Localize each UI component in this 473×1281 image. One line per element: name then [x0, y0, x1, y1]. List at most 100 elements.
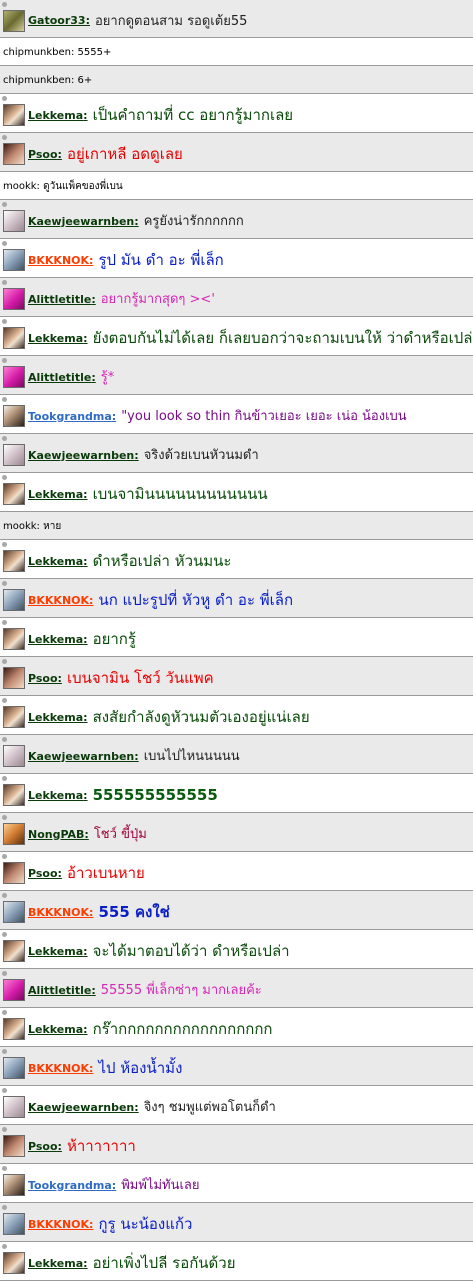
system-message-text: mookk: ดูวันแพ็คของพี่เบน — [3, 181, 123, 192]
avatar[interactable] — [3, 366, 25, 388]
username-text: Psoo — [28, 866, 58, 880]
username-link[interactable]: Tookgrandma: — [28, 410, 116, 423]
username-text: Kaewjeewarnben — [28, 1100, 135, 1114]
chat-message-row: Lekkema: สงสัยกำลังดูหัวนมตัวเองอยู่แน่เล… — [0, 696, 473, 735]
avatar[interactable] — [3, 143, 25, 165]
username-text: Lekkema — [28, 1022, 84, 1036]
username-link[interactable]: Lekkema: — [28, 633, 88, 646]
username-colon: : — [83, 108, 88, 122]
system-message-row: chipmunkben: 5555+ — [0, 38, 473, 66]
avatar[interactable] — [3, 940, 25, 962]
avatar[interactable] — [3, 901, 25, 923]
avatar[interactable] — [3, 979, 25, 1001]
avatar[interactable] — [3, 483, 25, 505]
bullet-dot-icon — [2, 96, 7, 101]
message-text: อยากรู้ — [92, 629, 136, 648]
username-link[interactable]: Tookgrandma: — [28, 1179, 116, 1192]
username-link[interactable]: Lekkema: — [28, 945, 88, 958]
bullet-dot-icon — [2, 1049, 7, 1054]
avatar[interactable] — [3, 405, 25, 427]
message-text: กร๊ากกกกกกกกกกกกกกกกก — [92, 1019, 273, 1038]
system-message-text: mookk: หาย — [3, 521, 62, 532]
username-link[interactable]: Kaewjeewarnben: — [28, 750, 139, 763]
bullet-dot-icon — [2, 932, 7, 937]
avatar[interactable] — [3, 288, 25, 310]
username-text: Lekkema — [28, 487, 84, 501]
username-link[interactable]: Gatoor33: — [28, 14, 90, 27]
avatar[interactable] — [3, 550, 25, 572]
username-link[interactable]: BKKKNOK: — [28, 906, 93, 919]
username-link[interactable]: Alittletitle: — [28, 371, 96, 384]
username-text: Lekkema — [28, 944, 84, 958]
avatar[interactable] — [3, 104, 25, 126]
bullet-dot-icon — [2, 620, 7, 625]
avatar[interactable] — [3, 1057, 25, 1079]
avatar[interactable] — [3, 1096, 25, 1118]
avatar[interactable] — [3, 823, 25, 845]
avatar[interactable] — [3, 1213, 25, 1235]
avatar[interactable] — [3, 327, 25, 349]
username-link[interactable]: Psoo: — [28, 148, 62, 161]
username-text: Lekkema — [28, 788, 84, 802]
username-link[interactable]: Lekkema: — [28, 332, 88, 345]
username-colon: : — [83, 710, 88, 724]
message-text: "you look so thin กินข้าวเยอะ เยอะ เน่อ … — [121, 409, 407, 424]
username-colon: : — [91, 292, 96, 306]
chat-message-row: BKKKNOK: กูรู นะน้องแก้ว — [0, 1203, 473, 1242]
username-link[interactable]: Lekkema: — [28, 555, 88, 568]
avatar[interactable] — [3, 628, 25, 650]
avatar[interactable] — [3, 444, 25, 466]
username-text: Kaewjeewarnben — [28, 749, 135, 763]
username-colon: : — [134, 448, 139, 462]
username-text: Tookgrandma — [28, 1178, 112, 1192]
avatar[interactable] — [3, 1174, 25, 1196]
chat-message-row: Kaewjeewarnben: จิงๆ ชมพูแต่พอโตนก็ดำ — [0, 1086, 473, 1125]
username-link[interactable]: Lekkema: — [28, 711, 88, 724]
username-link[interactable]: Lekkema: — [28, 1023, 88, 1036]
message-text: อยู่เกาหลี อดดูเลย — [66, 144, 183, 163]
username-colon: : — [83, 487, 88, 501]
avatar[interactable] — [3, 784, 25, 806]
username-text: Lekkema — [28, 710, 84, 724]
avatar[interactable] — [3, 745, 25, 767]
username-link[interactable]: BKKKNOK: — [28, 594, 93, 607]
username-text: Lekkema — [28, 1256, 84, 1270]
username-link[interactable]: Alittletitle: — [28, 293, 96, 306]
username-colon: : — [57, 866, 62, 880]
avatar[interactable] — [3, 210, 25, 232]
avatar[interactable] — [3, 667, 25, 689]
username-link[interactable]: Kaewjeewarnben: — [28, 215, 139, 228]
username-link[interactable]: Psoo: — [28, 867, 62, 880]
username-colon: : — [57, 1139, 62, 1153]
avatar[interactable] — [3, 862, 25, 884]
username-colon: : — [134, 214, 139, 228]
avatar[interactable] — [3, 1135, 25, 1157]
bullet-dot-icon — [2, 319, 7, 324]
username-link[interactable]: BKKKNOK: — [28, 1218, 93, 1231]
username-link[interactable]: BKKKNOK: — [28, 1062, 93, 1075]
bullet-dot-icon — [2, 1244, 7, 1249]
message-text: เป็นคำถามที่ cc อยากรู้มากเลย — [92, 105, 294, 124]
avatar[interactable] — [3, 249, 25, 271]
username-link[interactable]: BKKKNOK: — [28, 254, 93, 267]
avatar[interactable] — [3, 1252, 25, 1274]
username-colon: : — [57, 671, 62, 685]
username-colon: : — [84, 827, 89, 841]
username-link[interactable]: Kaewjeewarnben: — [28, 449, 139, 462]
username-link[interactable]: Psoo: — [28, 1140, 62, 1153]
username-link[interactable]: Lekkema: — [28, 1257, 88, 1270]
chat-message-row: Lekkema: ดำหรือเปล่า หัวนมนะ — [0, 540, 473, 579]
username-text: Psoo — [28, 147, 58, 161]
username-link[interactable]: Lekkema: — [28, 789, 88, 802]
username-link[interactable]: Lekkema: — [28, 109, 88, 122]
avatar[interactable] — [3, 9, 25, 32]
username-link[interactable]: Psoo: — [28, 672, 62, 685]
avatar[interactable] — [3, 1018, 25, 1040]
username-link[interactable]: Kaewjeewarnben: — [28, 1101, 139, 1114]
username-link[interactable]: Alittletitle: — [28, 984, 96, 997]
avatar[interactable] — [3, 706, 25, 728]
avatar[interactable] — [3, 589, 25, 611]
username-link[interactable]: Lekkema: — [28, 488, 88, 501]
username-link[interactable]: NongPAB: — [28, 828, 89, 841]
message-text: พิมพ์ไม่ทันเลย — [121, 1178, 200, 1193]
